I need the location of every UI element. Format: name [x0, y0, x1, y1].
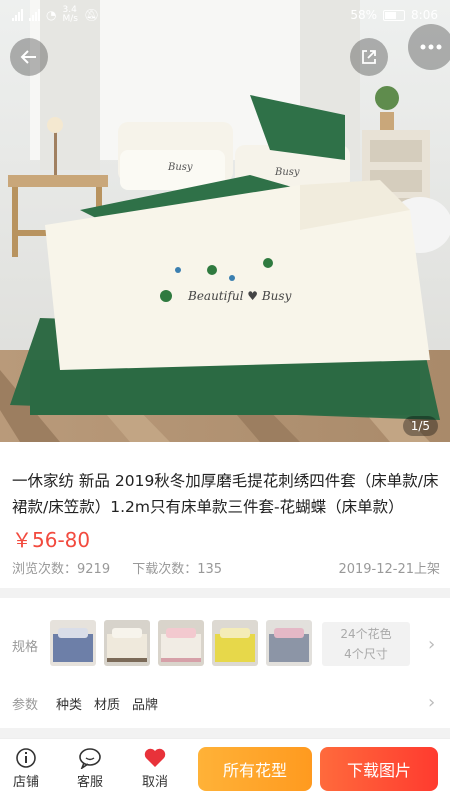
more-button[interactable] — [408, 24, 450, 70]
download-count: 下载次数：135 — [132, 562, 223, 577]
variant-thumbnails[interactable] — [50, 620, 312, 666]
customer-service-label: 客服 — [76, 775, 103, 790]
variant-count-box[interactable]: 24个花色 4个尺寸 — [322, 622, 410, 666]
listing-date: 2019-12-21上架 — [338, 562, 440, 577]
bottom-action-bar: 店铺 客服 取消 所有花型 下载图片 — [0, 738, 450, 800]
download-images-button[interactable]: 下载图片 — [320, 747, 438, 791]
chevron-right-icon[interactable]: › — [428, 634, 435, 655]
product-title: 一休家纺 新品 2019秋冬加厚磨毛提花刺绣四件套（床单款/床裙款/床笠款）1.… — [12, 472, 439, 516]
chat-icon — [79, 748, 101, 769]
variant-thumbnail[interactable] — [266, 620, 312, 666]
variant-thumbnail[interactable] — [50, 620, 96, 666]
more-dots-icon — [420, 44, 442, 50]
unfavorite-label: 取消 — [141, 775, 168, 790]
pillow-text: Busy — [274, 167, 300, 178]
params-row[interactable]: 参数 种类 材质 品牌 — [12, 694, 158, 713]
shop-icon — [16, 748, 36, 768]
heart-icon — [144, 748, 166, 767]
product-stats: 浏览次数：9219 下载次数：135 2019-12-21上架 — [12, 558, 440, 577]
signal-icon — [12, 9, 23, 21]
embroidery-text: Beautiful ♥ Busy — [187, 289, 292, 303]
network-speed: 3.4 M/s — [62, 5, 78, 24]
view-count: 浏览次数：9219 — [12, 562, 111, 577]
size-count: 4个尺寸 — [344, 647, 388, 661]
wifi-icon: ◔ — [46, 8, 57, 22]
product-price: ￥56-80 — [12, 528, 91, 552]
param-material: 材质 — [94, 698, 121, 713]
shop-label: 店铺 — [12, 775, 39, 790]
share-button[interactable] — [350, 38, 388, 76]
battery-percent: 58% — [350, 8, 378, 22]
unfavorite-button[interactable]: 取消 — [133, 747, 177, 790]
chevron-right-icon[interactable]: › — [428, 692, 435, 713]
variant-thumbnail[interactable] — [158, 620, 204, 666]
params-label: 参数 — [12, 698, 39, 713]
status-bar: ◔ 3.4 M/s 🔕︎ 58% 8:06 — [0, 0, 450, 30]
shop-button[interactable]: 店铺 — [4, 747, 48, 790]
back-button[interactable] — [10, 38, 48, 76]
battery-icon — [383, 9, 406, 21]
mute-icon: 🔕︎ — [83, 8, 100, 22]
spec-card: 规格 24个花色 4个尺寸 › 参数 种类 材质 品牌 › — [0, 598, 450, 728]
share-icon — [362, 50, 376, 64]
variant-thumbnail[interactable] — [212, 620, 258, 666]
product-info-card: 一休家纺 新品 2019秋冬加厚磨毛提花刺绣四件套（床单款/床裙款/床笠款）1.… — [0, 442, 450, 588]
color-count: 24个花色 — [340, 627, 392, 641]
customer-service-button[interactable]: 客服 — [68, 747, 112, 790]
clock: 8:06 — [411, 8, 438, 22]
variant-thumbnail[interactable] — [104, 620, 150, 666]
spec-label: 规格 — [12, 640, 39, 655]
param-category: 种类 — [56, 698, 83, 713]
signal-icon — [29, 9, 40, 21]
param-brand: 品牌 — [132, 698, 159, 713]
pillow-text: Busy — [167, 162, 193, 173]
all-patterns-button[interactable]: 所有花型 — [198, 747, 312, 791]
back-arrow-icon — [20, 50, 36, 64]
carousel-page-indicator: 1/5 — [402, 416, 438, 436]
product-image-carousel[interactable]: Beautiful ♥ Busy Busy Busy ◔ 3.4 M/s 🔕︎ … — [0, 0, 450, 442]
